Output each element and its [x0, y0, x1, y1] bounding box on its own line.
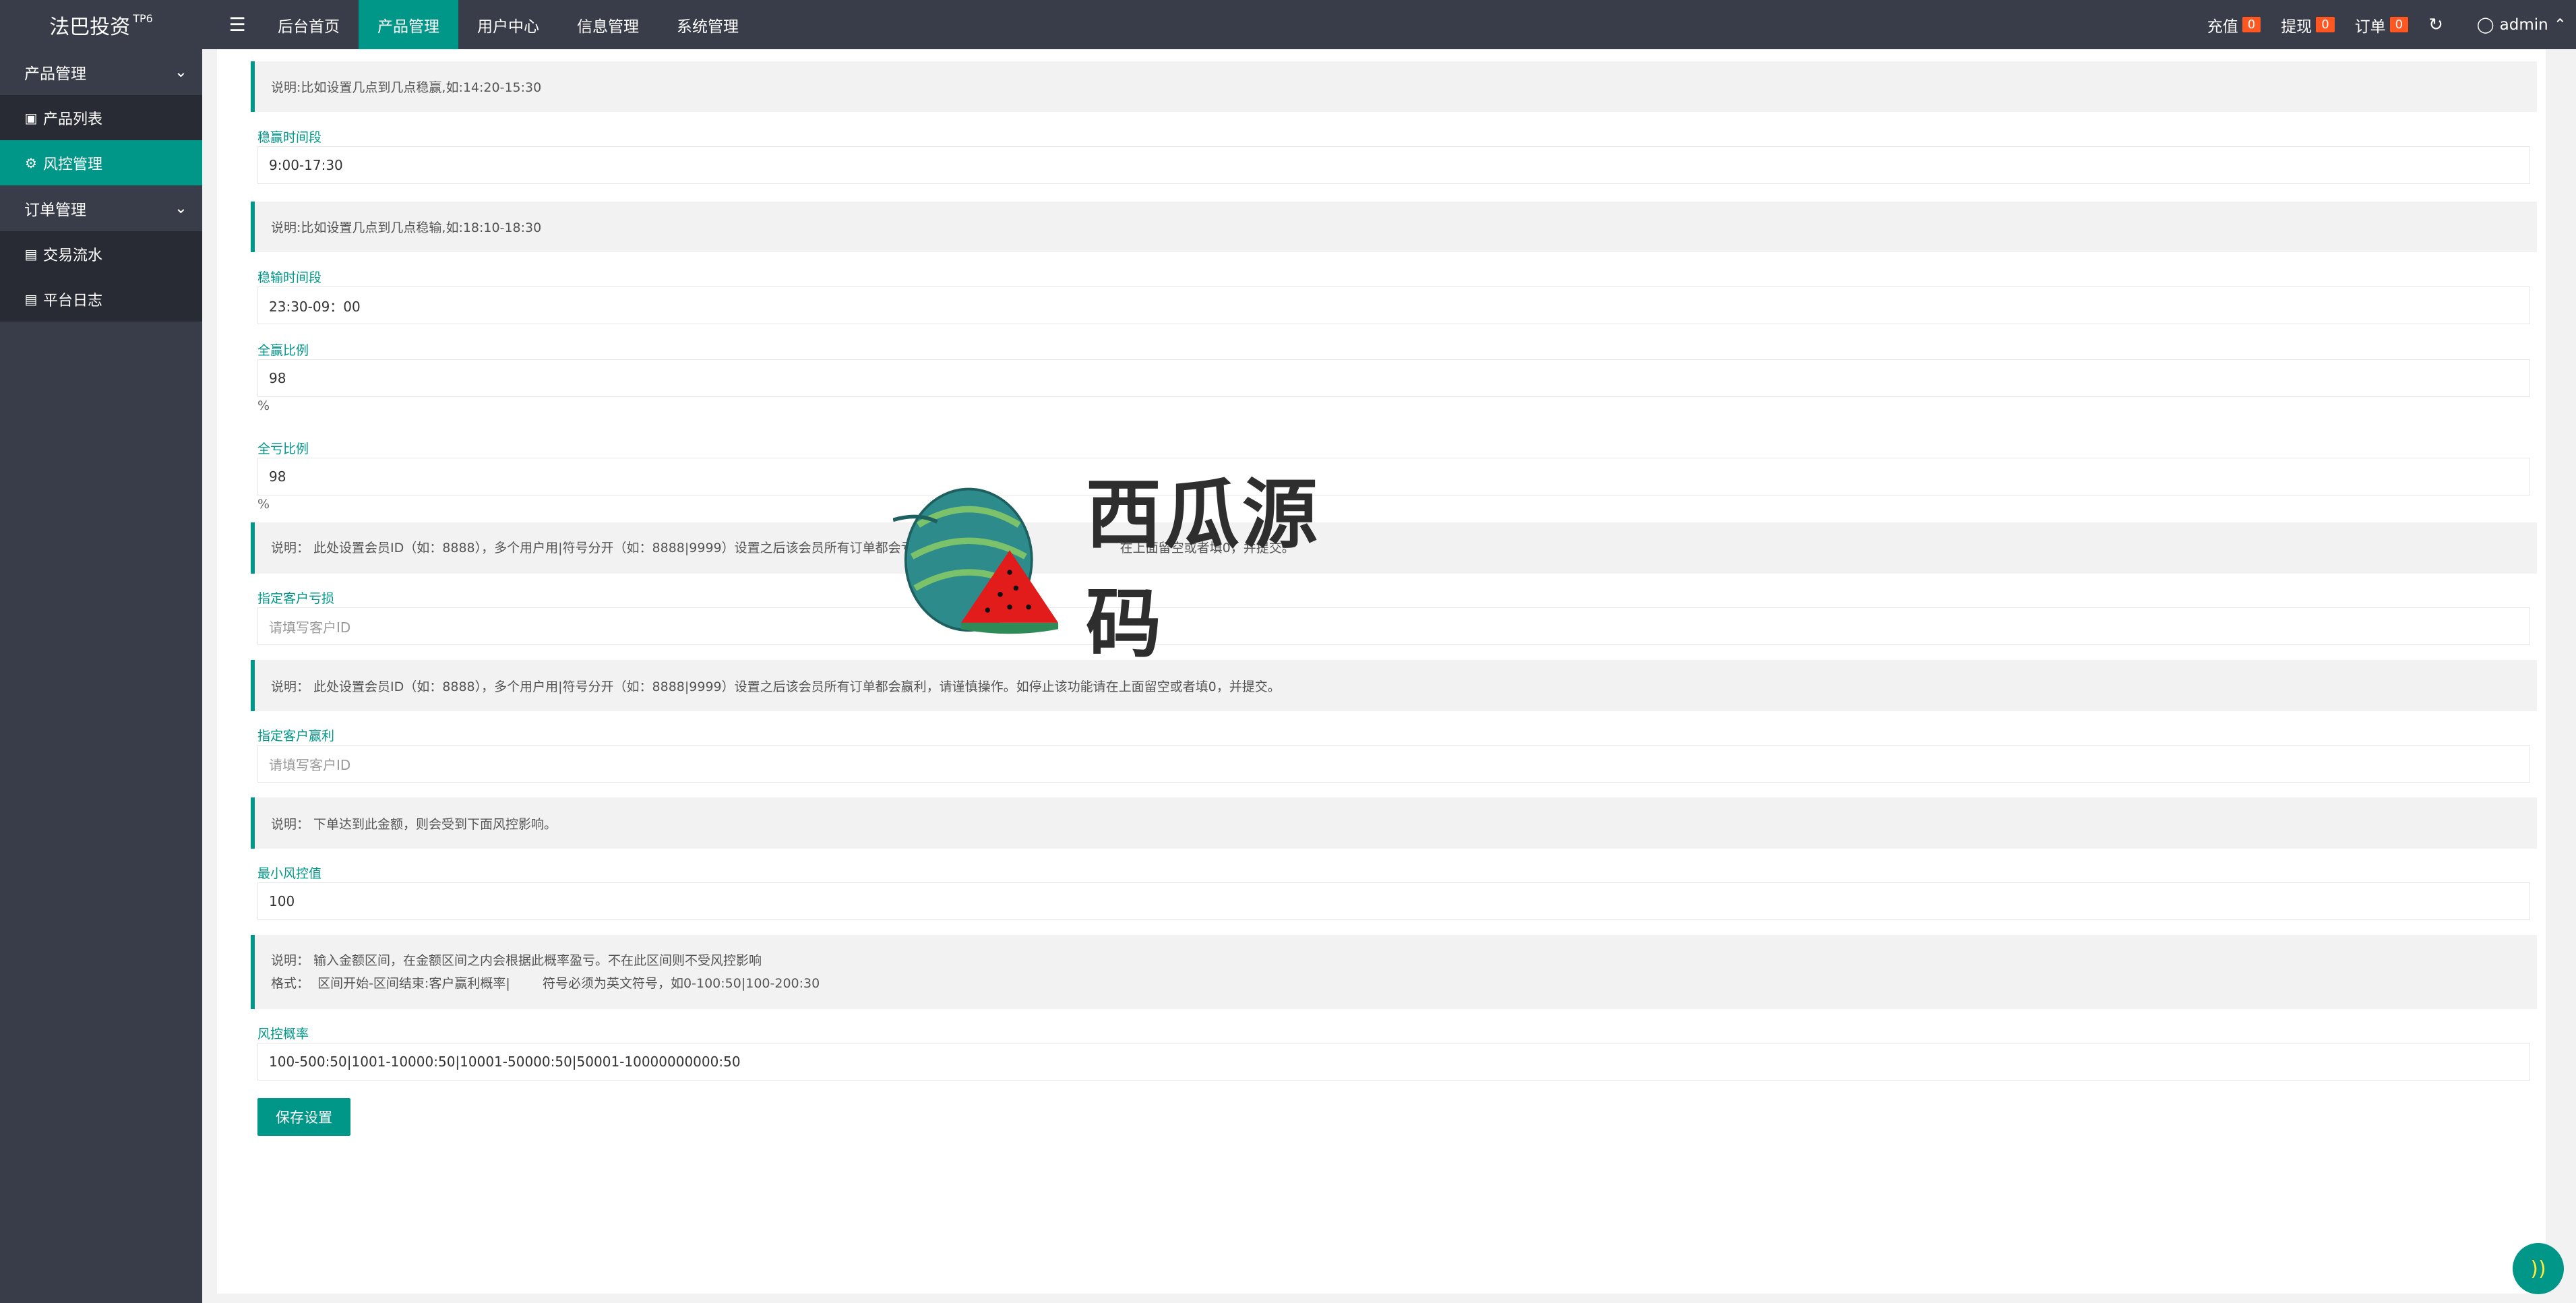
- min-risk-label: 最小风控值: [257, 866, 322, 881]
- risk-control-form: 说明:比如设置几点到几点稳赢,如:14:20-15:30 稳赢时间段 9:00-…: [251, 49, 2537, 1136]
- note-text: 说明:比如设置几点到几点稳赢,如:14:20-15:30: [271, 80, 542, 95]
- min-risk-input[interactable]: 100: [257, 882, 2530, 920]
- nav-user-center[interactable]: 用户中心: [458, 0, 558, 49]
- note-lose-users: 说明： 此处设置会员ID（如：8888），多个用户用|符号分开（如：8888|9…: [251, 522, 2537, 574]
- lose-users-input[interactable]: 请填写客户ID: [257, 607, 2530, 645]
- top-nav: 后台首页 产品管理 用户中心 信息管理 系统管理: [259, 0, 758, 49]
- nav-home[interactable]: 后台首页: [259, 0, 359, 49]
- nav-info-management[interactable]: 信息管理: [558, 0, 658, 49]
- withdraw-badge: 0: [2316, 17, 2335, 32]
- cube-icon: ▣: [24, 109, 38, 126]
- order-label: 订单: [2354, 18, 2386, 36]
- note-text: 说明： 下单达到此金额，则会受到下面风控影响。: [271, 816, 557, 832]
- app-logo[interactable]: 法巴投资 TP6: [0, 0, 202, 49]
- all-lose-ratio-input[interactable]: 98: [257, 458, 2530, 495]
- app-title: 法巴投资: [49, 15, 131, 39]
- watermark-text: 西瓜源码: [1085, 471, 1320, 668]
- order-badge: 0: [2389, 17, 2409, 32]
- order-link[interactable]: 订单 0: [2354, 13, 2409, 36]
- win-period-label: 稳赢时间段: [257, 130, 322, 145]
- percent-unit: %: [257, 497, 270, 512]
- header-right: 充值 0 提现 0 订单 0 ↻ ◯ admin ⌃: [2207, 0, 2576, 49]
- sidebar-item-label: 产品列表: [43, 111, 103, 128]
- refresh-icon[interactable]: ↻: [2428, 15, 2443, 35]
- win-users-label: 指定客户赢利: [257, 729, 335, 744]
- save-settings-button[interactable]: 保存设置: [257, 1098, 350, 1136]
- sidebar-item-transactions[interactable]: ▤ 交易流水: [0, 231, 202, 276]
- document-icon: ▤: [24, 245, 38, 262]
- note-text: 说明： 输入金额区间，在金额区间之内会根据此概率盈亏。不在此区间则不受风控影响: [271, 953, 762, 968]
- recharge-link[interactable]: 充值 0: [2207, 13, 2261, 36]
- main-content: 说明:比如设置几点到几点稳赢,如:14:20-15:30 稳赢时间段 9:00-…: [217, 49, 2546, 1294]
- chevron-down-icon: ⌄: [174, 200, 187, 217]
- chevron-up-icon: ⌃: [2553, 16, 2567, 34]
- sidebar-item-product-list[interactable]: ▣ 产品列表: [0, 95, 202, 140]
- document-icon: ▤: [24, 291, 38, 307]
- withdraw-label: 提现: [2281, 18, 2312, 36]
- note-risk-rate: 说明： 输入金额区间，在金额区间之内会根据此概率盈亏。不在此区间则不受风控影响 …: [251, 935, 2537, 1009]
- lose-period-label: 稳输时间段: [257, 270, 322, 285]
- watermelon-logo-icon: [893, 487, 1059, 634]
- win-period-input[interactable]: 9:00-17:30: [257, 146, 2530, 184]
- note-win-users: 说明： 此处设置会员ID（如：8888），多个用户用|符号分开（如：8888|9…: [251, 660, 2537, 711]
- sidebar-group-product[interactable]: 产品管理 ⌄: [0, 49, 202, 95]
- sidebar-item-label: 平台日志: [43, 292, 103, 309]
- percent-unit: %: [257, 398, 270, 413]
- all-win-ratio-input[interactable]: 98: [257, 359, 2530, 397]
- note-lose-period: 说明:比如设置几点到几点稳输,如:18:10-18:30: [251, 202, 2537, 252]
- sidebar-item-label: 交易流水: [43, 247, 103, 264]
- win-users-input[interactable]: 请填写客户ID: [257, 745, 2530, 783]
- note-text: 说明： 此处设置会员ID（如：8888），多个用户用|符号分开（如：8888|9…: [271, 679, 1281, 694]
- nav-product-management[interactable]: 产品管理: [359, 0, 458, 49]
- all-win-ratio-label: 全赢比例: [257, 343, 309, 358]
- sidebar-item-platform-log[interactable]: ▤ 平台日志: [0, 276, 202, 322]
- gear-icon: ⚙: [25, 154, 37, 171]
- sidebar-submenu-order: ▤ 交易流水 ▤ 平台日志: [0, 231, 202, 322]
- sidebar-submenu-product: ▣ 产品列表 ⚙ 风控管理: [0, 95, 202, 185]
- lose-users-label: 指定客户亏损: [257, 591, 335, 606]
- sidebar-group-label: 产品管理: [24, 65, 86, 83]
- sidebar-item-label: 风控管理: [43, 156, 103, 173]
- user-icon: ◯: [2476, 16, 2494, 34]
- risk-rate-input[interactable]: 100-500:50|1001-10000:50|10001-50000:50|…: [257, 1043, 2530, 1081]
- version-tag: TP6: [133, 12, 153, 25]
- note-text: 说明： 此处设置会员ID（如：8888），多个用户用|符号分开（如：8888|9…: [271, 541, 1295, 555]
- sidebar-item-risk-control[interactable]: ⚙ 风控管理: [0, 140, 202, 185]
- nav-system-management[interactable]: 系统管理: [658, 0, 758, 49]
- chevron-down-icon: ⌄: [174, 63, 187, 81]
- sidebar-group-order[interactable]: 订单管理 ⌄: [0, 185, 202, 231]
- user-menu[interactable]: ◯ admin ⌃: [2477, 16, 2567, 34]
- note-win-period: 说明:比如设置几点到几点稳赢,如:14:20-15:30: [251, 61, 2537, 112]
- watermark: 西瓜源码: [893, 471, 1378, 668]
- sidebar: 产品管理 ⌄ ▣ 产品列表 ⚙ 风控管理 订单管理 ⌄ ▤ 交易流水 ▤ 平台日…: [0, 49, 202, 1303]
- risk-rate-label: 风控概率: [257, 1027, 309, 1041]
- withdraw-link[interactable]: 提现 0: [2281, 13, 2335, 36]
- lose-period-input[interactable]: 23:30-09：00: [257, 286, 2530, 324]
- note-text: 说明:比如设置几点到几点稳输,如:18:10-18:30: [271, 220, 542, 235]
- top-header: 法巴投资 TP6 ☰ 后台首页 产品管理 用户中心 信息管理 系统管理 充值 0…: [0, 0, 2576, 49]
- note-min-risk: 说明： 下单达到此金额，则会受到下面风控影响。: [251, 797, 2537, 849]
- sound-wave-icon[interactable]: )): [2513, 1243, 2564, 1294]
- sidebar-group-label: 订单管理: [24, 202, 86, 219]
- recharge-label: 充值: [2207, 18, 2238, 36]
- hamburger-icon[interactable]: ☰: [222, 0, 252, 49]
- all-lose-ratio-label: 全亏比例: [257, 442, 309, 456]
- username: admin: [2499, 16, 2548, 34]
- recharge-badge: 0: [2242, 17, 2261, 32]
- note-text: 格式： 区间开始-区间结束:客户赢利概率| 符号必须为英文符号，如0-100:5…: [271, 976, 820, 991]
